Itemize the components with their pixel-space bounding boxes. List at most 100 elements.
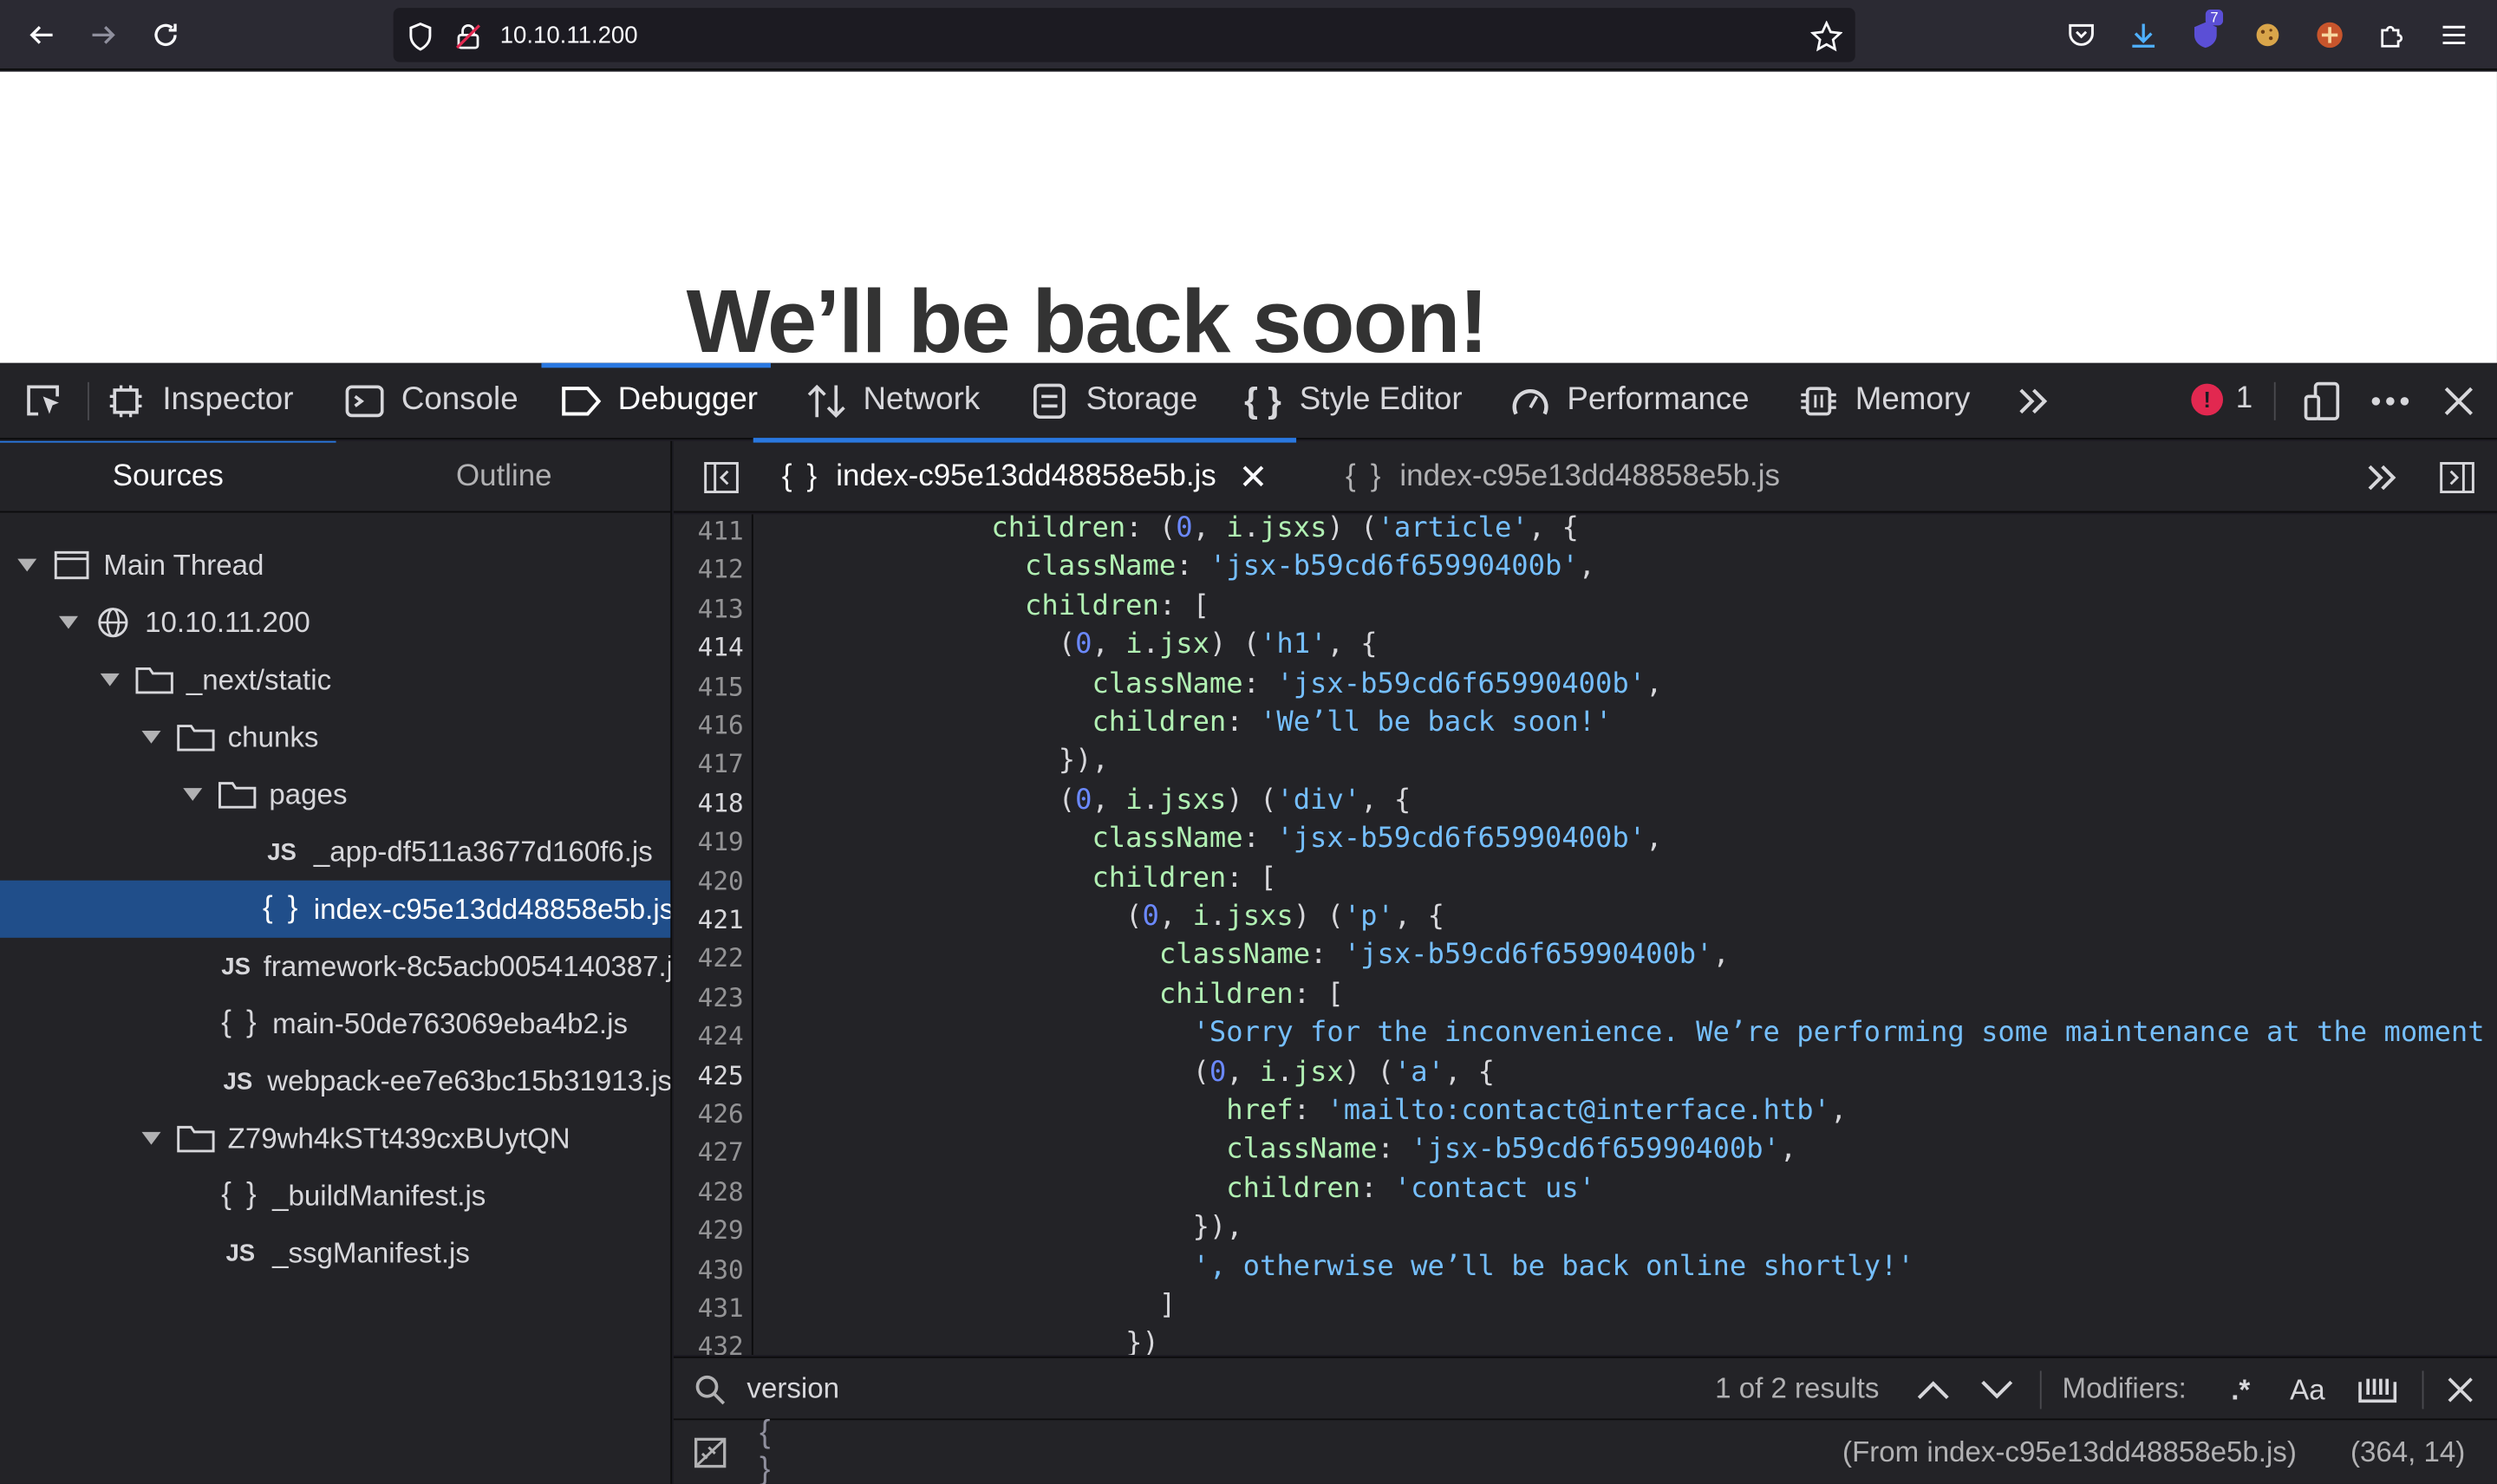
tab-style-editor[interactable]: { } Style Editor (1242, 363, 1462, 438)
line-number[interactable]: 431 (674, 1292, 744, 1323)
code-line: children: [ (1092, 862, 1277, 895)
responsive-design-button[interactable] (2299, 363, 2344, 438)
tab-sources[interactable]: Sources (0, 440, 336, 513)
forward-button[interactable] (81, 13, 126, 57)
cookie-icon[interactable] (2248, 15, 2286, 56)
code-line: ', otherwise we’ll be back online shortl… (1192, 1250, 1914, 1283)
line-number[interactable]: 418 (674, 788, 744, 818)
close-search-button[interactable] (2440, 1370, 2481, 1411)
extension-shield-icon[interactable]: 7 (2187, 10, 2225, 56)
line-number[interactable]: 432 (674, 1331, 744, 1355)
more-tabs-button[interactable] (2010, 363, 2057, 438)
code-line: }) (756, 1328, 1159, 1356)
tab-debugger[interactable]: Debugger (541, 362, 771, 438)
reload-button[interactable] (143, 13, 187, 57)
close-tab-icon[interactable]: ✕ (1238, 456, 1268, 498)
tab-inspector[interactable]: Inspector (105, 363, 293, 438)
search-input[interactable]: version (746, 1372, 839, 1406)
error-count-button[interactable]: ! 1 (2191, 382, 2253, 417)
arrow-left-icon (29, 26, 53, 44)
tab-network[interactable]: Network (805, 363, 980, 438)
tree-item-folder[interactable]: Z79wh4kSTt439cxBUytQN (0, 1110, 670, 1167)
pocket-icon[interactable] (2063, 15, 2101, 56)
element-picker-button[interactable] (16, 363, 73, 438)
line-number[interactable]: 411 (674, 516, 744, 546)
line-number[interactable]: 427 (674, 1137, 744, 1168)
line-number[interactable]: 422 (674, 943, 744, 973)
line-number[interactable]: 416 (674, 710, 744, 740)
line-number[interactable]: 425 (674, 1059, 744, 1090)
tree-item-file-selected[interactable]: { } index-c95e13dd48858e5b.js (0, 880, 671, 938)
tree-item-main-thread[interactable]: Main Thread (0, 537, 670, 594)
url-text[interactable]: 10.10.11.200 (500, 23, 638, 49)
line-number[interactable]: 430 (674, 1254, 744, 1285)
line-number[interactable]: 413 (674, 594, 744, 624)
tree-item-file[interactable]: { } _buildManifest.js (0, 1167, 670, 1224)
editor-tab-active[interactable]: { } index-c95e13dd48858e5b.js ✕ (753, 438, 1297, 513)
line-number[interactable]: 428 (674, 1176, 744, 1207)
code-line: ] (756, 1289, 1177, 1322)
more-editor-tabs-button[interactable] (2358, 441, 2406, 513)
url-bar[interactable]: 10.10.11.200 (393, 8, 1855, 62)
blackbox-toggle[interactable] (689, 1431, 731, 1473)
toggle-sources-pane-button[interactable] (689, 441, 753, 513)
regex-toggle[interactable]: .* (2220, 1370, 2261, 1411)
tree-item-folder[interactable]: _next/static (0, 651, 670, 708)
line-number[interactable]: 429 (674, 1215, 744, 1246)
tree-item-file[interactable]: JS _app-df511a3677d160f6.js (0, 823, 670, 881)
line-number[interactable]: 426 (674, 1098, 744, 1129)
tab-memory[interactable]: Memory (1798, 363, 1970, 438)
next-result-button[interactable] (1976, 1370, 2018, 1411)
tab-console[interactable]: Console (344, 363, 518, 438)
line-number[interactable]: 414 (674, 633, 744, 663)
source-origin[interactable]: (From index-c95e13dd48858e5b.js) (1842, 1436, 2297, 1470)
tree-item-domain[interactable]: 10.10.11.200 (0, 594, 670, 651)
hamburger-menu-icon[interactable] (2435, 15, 2473, 56)
tree-item-file[interactable]: JS _ssgManifest.js (0, 1224, 670, 1281)
code-editor[interactable]: 411 412 413 414 415 416 417 418 419 420 421 422 423 4… (673, 514, 2497, 1356)
extensions-puzzle-icon[interactable] (2373, 15, 2411, 56)
line-number[interactable]: 421 (674, 904, 744, 934)
tree-item-file[interactable]: { } main-50de763069eba4b2.js (0, 995, 670, 1052)
line-number[interactable]: 424 (674, 1021, 744, 1051)
previous-result-button[interactable] (1913, 1370, 1954, 1411)
code-line: children: 'contact us' (1226, 1173, 1596, 1206)
line-number-gutter[interactable]: 411 412 413 414 415 416 417 418 419 420 421 422 423 4… (673, 514, 753, 1356)
back-button[interactable] (19, 13, 63, 57)
console-icon (344, 380, 386, 421)
case-sensitive-toggle[interactable]: Aa (2287, 1370, 2329, 1411)
code-line: }), (756, 745, 1109, 778)
tree-item-folder[interactable]: chunks (0, 708, 670, 765)
expand-arrow-icon[interactable] (141, 731, 161, 744)
devtools-menu-button[interactable] (2366, 363, 2414, 438)
extension-icon[interactable] (2311, 15, 2349, 56)
tab-storage[interactable]: Storage (1029, 363, 1197, 438)
expand-arrow-icon[interactable] (17, 558, 37, 572)
downloads-icon[interactable] (2124, 15, 2162, 56)
tab-performance[interactable]: Performance (1509, 363, 1750, 438)
tab-outline[interactable]: Outline (336, 441, 671, 513)
line-number[interactable]: 415 (674, 671, 744, 701)
tree-item-folder[interactable]: pages (0, 765, 670, 823)
close-devtools-button[interactable] (2436, 363, 2481, 438)
tree-item-file[interactable]: JS webpack-ee7e63bc15b31913.js (0, 1052, 671, 1110)
expand-arrow-icon[interactable] (183, 788, 203, 801)
line-number[interactable]: 423 (674, 982, 744, 1012)
line-number[interactable]: 412 (674, 555, 744, 585)
line-number[interactable]: 417 (674, 749, 744, 779)
whole-word-toggle[interactable] (2357, 1370, 2398, 1411)
bookmark-star-icon[interactable] (1810, 20, 1843, 53)
tree-item-label: framework-8c5acb0054140387.js (263, 949, 673, 982)
toggle-debugger-sidebar-button[interactable] (2435, 441, 2479, 513)
insecure-lock-icon[interactable] (453, 21, 485, 53)
editor-tab[interactable]: { } index-c95e13dd48858e5b.js (1317, 441, 1809, 513)
shield-icon[interactable] (405, 21, 437, 53)
line-number[interactable]: 419 (674, 827, 744, 857)
expand-arrow-icon[interactable] (141, 1131, 161, 1145)
tree-item-file[interactable]: JS framework-8c5acb0054140387.js (0, 938, 673, 995)
line-number[interactable]: 420 (674, 865, 744, 895)
error-icon: ! (2191, 383, 2224, 416)
pretty-print-toggle[interactable]: { } (760, 1416, 801, 1484)
expand-arrow-icon[interactable] (58, 615, 78, 629)
expand-arrow-icon[interactable] (100, 673, 120, 687)
